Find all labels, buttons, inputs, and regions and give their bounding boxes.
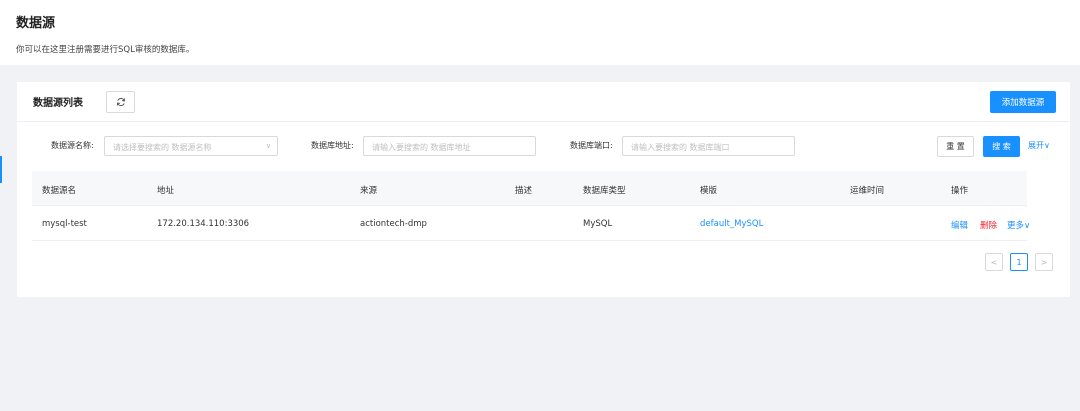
expand-filters-link[interactable]: 展开∨ xyxy=(1028,140,1050,151)
edit-link[interactable]: 编辑 xyxy=(951,219,968,231)
column-header-description: 描述 xyxy=(515,186,533,196)
table-row: mysql-test 172.20.134.110:3306 actiontec… xyxy=(32,206,1030,241)
pagination-page-1[interactable]: 1 xyxy=(1010,253,1028,271)
left-edge-marker xyxy=(0,156,2,183)
pagination-prev-button[interactable]: < xyxy=(985,253,1003,271)
pagination-next-button[interactable]: > xyxy=(1035,253,1053,271)
template-link[interactable]: default_MySQL xyxy=(700,219,763,229)
cell-address: 172.20.134.110:3306 xyxy=(157,219,250,229)
add-datasource-button[interactable]: 添加数据源 xyxy=(990,91,1056,113)
db-port-input[interactable]: 请输入要搜索的 数据库端口 xyxy=(622,136,795,156)
table-header: 数据源名 地址 来源 描述 数据库类型 模版 运维时间 操作 xyxy=(32,171,1027,206)
page-title: 数据源 xyxy=(16,16,56,31)
cell-source: actiontech-dmp xyxy=(360,219,427,229)
refresh-button[interactable] xyxy=(106,91,135,113)
chevron-down-icon: ∨ xyxy=(265,142,271,150)
filter-port-label: 数据库端口: xyxy=(570,141,613,150)
card-title: 数据源列表 xyxy=(33,98,83,109)
cell-name: mysql-test xyxy=(42,219,87,229)
card-header: 数据源列表 添加数据源 xyxy=(17,82,1070,122)
datasource-name-placeholder: 请选择要搜索的 数据源名称 xyxy=(113,143,212,152)
column-header-name: 数据源名 xyxy=(42,186,77,196)
column-header-maintenance-time: 运维时间 xyxy=(850,186,885,196)
db-host-placeholder: 请输入要搜索的 数据库地址 xyxy=(372,143,471,152)
cell-db-type: MySQL xyxy=(583,219,613,229)
column-header-actions: 操作 xyxy=(951,186,969,196)
column-header-source: 来源 xyxy=(360,186,378,196)
db-port-placeholder: 请输入要搜索的 数据库端口 xyxy=(631,143,730,152)
page-header: 数据源 你可以在这里注册需要进行SQL审核的数据库。 xyxy=(0,0,1080,65)
column-header-address: 地址 xyxy=(157,186,175,196)
column-header-db-type: 数据库类型 xyxy=(583,186,626,196)
filter-host-label: 数据库地址: xyxy=(311,141,354,150)
datasource-name-select[interactable]: 请选择要搜索的 数据源名称 ∨ xyxy=(104,136,278,156)
search-button[interactable]: 搜 索 xyxy=(983,136,1020,157)
filter-name-label: 数据源名称: xyxy=(51,141,94,150)
refresh-icon xyxy=(116,97,125,107)
datasource-list-card: 数据源列表 添加数据源 数据源名称: 请选择要搜索的 数据源名称 ∨ 数据库地址… xyxy=(17,82,1070,297)
column-header-template: 模版 xyxy=(700,186,718,196)
db-host-input[interactable]: 请输入要搜索的 数据库地址 xyxy=(363,136,536,156)
delete-link[interactable]: 删除 xyxy=(980,219,997,231)
more-actions-link[interactable]: 更多∨ xyxy=(1007,219,1030,231)
reset-button[interactable]: 重 置 xyxy=(937,136,974,157)
page-description: 你可以在这里注册需要进行SQL审核的数据库。 xyxy=(16,45,195,55)
